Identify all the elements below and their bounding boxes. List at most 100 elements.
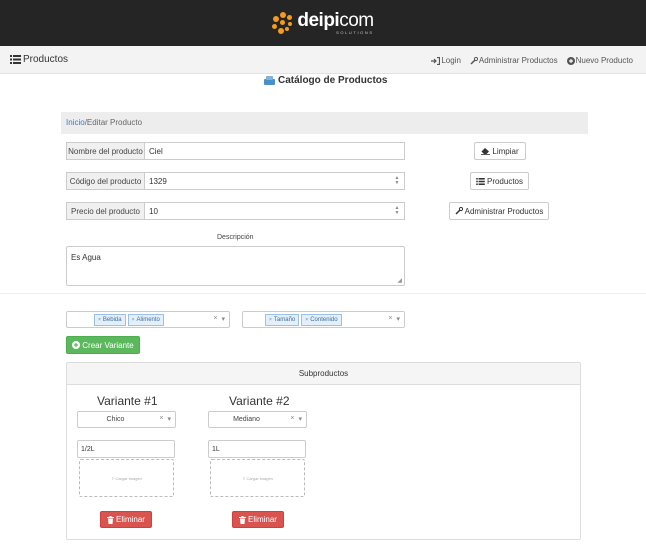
clear-icon[interactable]: ×: [213, 315, 217, 323]
nav-new-product-link[interactable]: Nuevo Producto: [566, 56, 633, 65]
eraser-icon: [481, 147, 491, 155]
wrench-icon: [470, 56, 478, 65]
create-variant-button[interactable]: Crear Variante: [66, 336, 140, 354]
tag-remove-icon[interactable]: ×: [269, 317, 272, 323]
variant-1-upload-label: Cargar imagen: [115, 475, 142, 481]
variant-1-title: Variante #1: [97, 394, 158, 408]
variant-1-option-value: Chico: [106, 416, 125, 423]
tag-remove-icon[interactable]: ×: [98, 317, 101, 323]
tag-chip: × Contenido: [301, 313, 342, 326]
clear-icon[interactable]: ×: [388, 315, 392, 323]
clear-icon[interactable]: ×: [290, 415, 294, 423]
nav-admin-link[interactable]: Administrar Productos: [470, 56, 558, 65]
variant-2-option-select[interactable]: Mediano × ▾: [208, 411, 307, 428]
section-divider: [0, 293, 646, 294]
attribute-tag-select[interactable]: × Tamaño × Contenido × ▾: [242, 311, 405, 328]
plus-circle-icon: [72, 341, 81, 349]
product-price-group: Precio del producto 10 ▲ ▼: [66, 202, 405, 220]
admin-products-button[interactable]: Administrar Productos: [449, 202, 549, 220]
deipi-logo[interactable]: deipicom SOLUTIONS: [272, 10, 374, 35]
variant-2-option-value: Mediano: [233, 416, 260, 423]
product-price-label: Precio del producto: [66, 202, 145, 220]
logo-dots-icon: [272, 12, 294, 34]
clear-icon[interactable]: ×: [159, 415, 163, 423]
description-value: Es Agua: [71, 253, 101, 262]
product-code-group: Código del producto 1329 ▲ ▼: [66, 172, 405, 190]
create-variant-label: Crear Variante: [82, 340, 134, 350]
variant-1-image-dropzone[interactable]: ⇪ Cargar imagen: [79, 459, 174, 497]
nav-login-link[interactable]: Login: [431, 56, 461, 65]
upload-icon: ⇪: [111, 475, 115, 481]
tag-remove-icon[interactable]: ×: [305, 317, 308, 323]
chevron-down-icon[interactable]: ▾: [221, 315, 225, 323]
tag-chip: × Alimento: [127, 313, 164, 326]
product-name-input[interactable]: Ciel: [145, 142, 405, 160]
plus-circle-icon: [566, 56, 575, 65]
variant-1-value: 1/2L: [81, 445, 95, 453]
trash-icon: [239, 515, 247, 524]
code-spinner[interactable]: ▲ ▼: [393, 176, 401, 187]
product-price-value: 10: [149, 206, 158, 216]
logo-word-bold: deipi: [297, 10, 340, 31]
admin-products-button-label: Administrar Productos: [464, 206, 544, 216]
upload-icon: ⇪: [242, 475, 246, 481]
variant-2-title: Variante #2: [229, 394, 290, 408]
page-title: Catálogo de Productos: [264, 75, 387, 86]
variant-1-option-select[interactable]: Chico × ▾: [77, 411, 176, 428]
variant-2-value-input[interactable]: 1L: [208, 440, 306, 458]
logo-subtitle: SOLUTIONS: [336, 30, 374, 35]
variant-2-delete-label: Eliminar: [248, 515, 277, 524]
variant-1-delete-label: Eliminar: [116, 515, 145, 524]
tag-label: Contenido: [310, 316, 338, 323]
trash-icon: [107, 515, 115, 524]
product-name-value: Ciel: [149, 146, 163, 156]
clear-button[interactable]: Limpiar: [474, 142, 526, 160]
nav-brand-productos[interactable]: Productos: [10, 54, 68, 65]
list-icon: [10, 55, 21, 64]
nav-new-product-label: Nuevo Producto: [575, 56, 633, 65]
tag-chip: × Tamaño: [265, 313, 300, 326]
subproducts-panel: Subproductos Variante #1 Chico × ▾ 1/2L ⇪…: [66, 362, 581, 540]
category-tag-select[interactable]: × Bebida × Alimento × ▾: [66, 311, 230, 328]
variant-2-image-dropzone[interactable]: ⇪ Cargar imagen: [210, 459, 305, 497]
logo-word-light: com: [339, 10, 374, 31]
price-spinner[interactable]: ▲ ▼: [393, 206, 401, 217]
wrench-icon: [455, 207, 463, 215]
subproducts-panel-title: Subproductos: [67, 363, 580, 385]
variant-2-value: 1L: [212, 445, 220, 453]
products-button[interactable]: Productos: [470, 172, 529, 190]
resize-grip-icon[interactable]: ◢: [397, 277, 402, 284]
nav-admin-label: Administrar Productos: [478, 56, 558, 65]
tag-chip: × Bebida: [94, 313, 126, 326]
tag-label: Tamaño: [273, 316, 296, 323]
navbar: Productos Login Administrar Productos Nu…: [0, 46, 646, 74]
tag-label: Alimento: [136, 316, 160, 323]
variant-1-delete-button[interactable]: Eliminar: [100, 511, 152, 528]
description-label: Descripción: [217, 234, 254, 241]
chevron-down-icon[interactable]: ▾: [396, 315, 400, 323]
tag-remove-icon[interactable]: ×: [132, 317, 135, 323]
nav-brand-label: Productos: [23, 54, 69, 65]
top-header: deipicom SOLUTIONS: [0, 0, 646, 46]
product-name-label: Nombre del producto: [66, 142, 145, 160]
login-icon: [431, 56, 441, 65]
description-textarea[interactable]: Es Agua ◢: [66, 246, 405, 286]
breadcrumb: Inicio/Editar Producto: [61, 112, 588, 134]
product-code-label: Código del producto: [66, 172, 145, 190]
product-code-input[interactable]: 1329 ▲ ▼: [145, 172, 405, 190]
product-price-input[interactable]: 10 ▲ ▼: [145, 202, 405, 220]
clear-button-label: Limpiar: [492, 146, 519, 156]
breadcrumb-current: Editar Producto: [86, 118, 143, 127]
breadcrumb-home-link[interactable]: Inicio: [66, 118, 85, 127]
product-code-value: 1329: [149, 176, 167, 186]
chevron-down-icon[interactable]: ▾: [298, 415, 302, 423]
variant-2-upload-label: Cargar imagen: [246, 475, 273, 481]
variant-2-delete-button[interactable]: Eliminar: [232, 511, 284, 528]
catalog-icon: [264, 76, 275, 85]
chevron-down-icon[interactable]: ▾: [167, 415, 171, 423]
products-button-label: Productos: [486, 176, 524, 186]
nav-login-label: Login: [441, 56, 461, 65]
variant-1-value-input[interactable]: 1/2L: [77, 440, 175, 458]
product-name-group: Nombre del producto Ciel: [66, 142, 405, 160]
page-title-text: Catálogo de Productos: [278, 75, 388, 86]
